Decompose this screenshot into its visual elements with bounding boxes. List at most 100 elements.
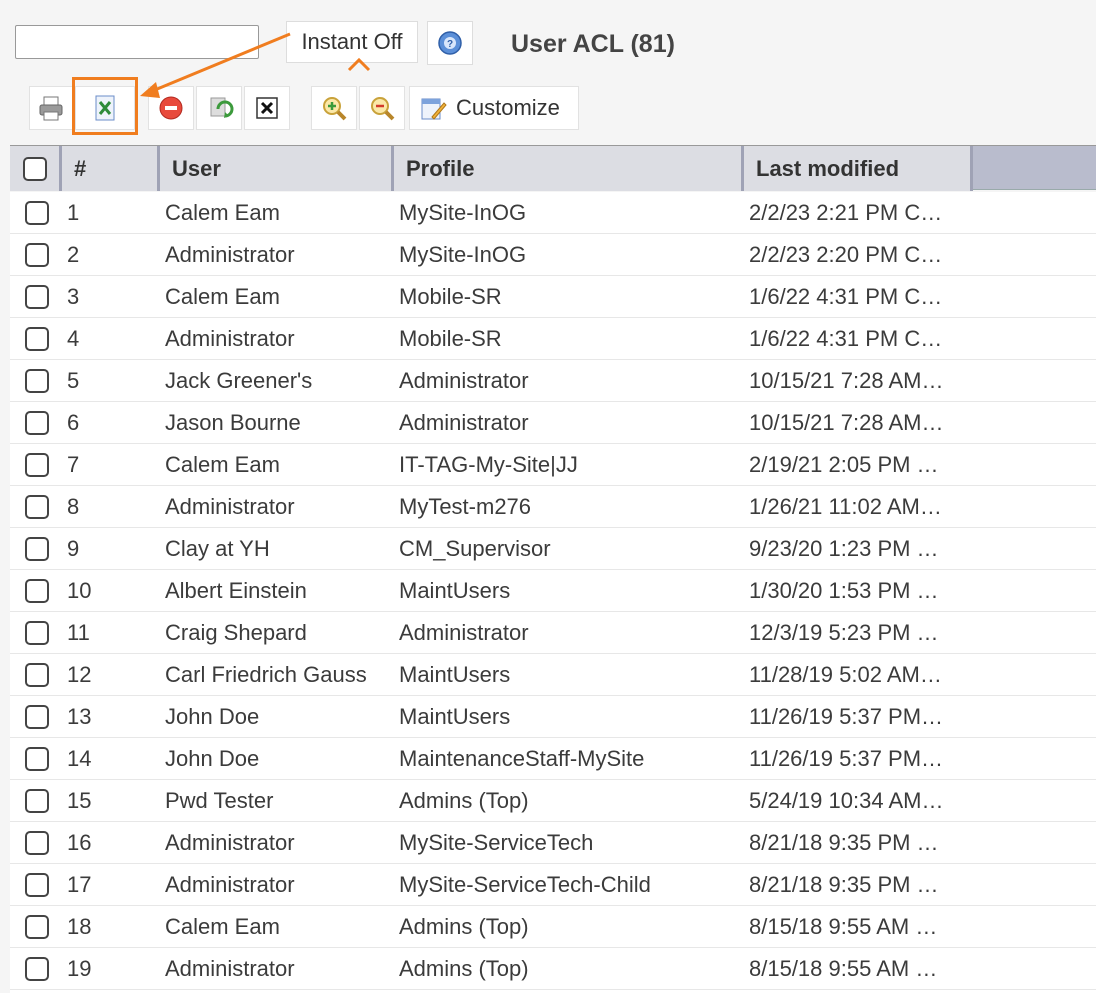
row-checkbox[interactable] bbox=[25, 495, 49, 519]
column-header-user[interactable]: User bbox=[160, 146, 394, 191]
row-profile: IT-TAG-My-Site|JJ bbox=[399, 452, 578, 477]
table-row[interactable]: 19 Administrator Admins (Top) 8/15/18 9:55 … bbox=[10, 948, 1096, 990]
zoom-out-button[interactable] bbox=[359, 86, 405, 130]
table-row[interactable]: 12 Carl Friedrich Gauss MaintUsers 11/28/19… bbox=[10, 654, 1096, 696]
row-number: 11 bbox=[67, 620, 90, 645]
row-last-modified: 8/15/18 9:55 AM … bbox=[749, 914, 938, 939]
customize-button[interactable]: Customize bbox=[409, 86, 579, 130]
printer-icon bbox=[39, 96, 63, 121]
table-row[interactable]: 4 Administrator Mobile-SR 1/6/22 4:31 PM C… bbox=[10, 318, 1096, 360]
row-last-modified: 9/23/20 1:23 PM … bbox=[749, 536, 939, 561]
row-checkbox[interactable] bbox=[25, 537, 49, 561]
row-profile: MaintUsers bbox=[399, 662, 511, 687]
row-checkbox[interactable] bbox=[25, 915, 49, 939]
row-checkbox[interactable] bbox=[25, 705, 49, 729]
help-button[interactable]: ? bbox=[427, 21, 473, 65]
row-last-modified: 2/2/23 2:20 PM C… bbox=[749, 242, 943, 267]
row-number: 5 bbox=[67, 368, 80, 393]
row-number: 16 bbox=[67, 830, 92, 855]
zoom-in-button[interactable] bbox=[311, 86, 357, 130]
row-profile: MySite-InOG bbox=[399, 242, 527, 267]
row-user: Jack Greener's bbox=[165, 368, 313, 393]
table-row[interactable]: 14 John Doe MaintenanceStaff-MySite 11/26/1… bbox=[10, 738, 1096, 780]
row-user: Calem Eam bbox=[165, 914, 280, 939]
instant-toggle-label: Instant Off bbox=[301, 29, 403, 54]
column-header-label: # bbox=[74, 155, 87, 181]
table-row[interactable]: 1 Calem Eam MySite-InOG 2/2/23 2:21 PM C… bbox=[10, 192, 1096, 234]
table-row[interactable]: 10 Albert Einstein MaintUsers 1/30/20 1:53 … bbox=[10, 570, 1096, 612]
row-user: Clay at YH bbox=[165, 536, 270, 561]
row-profile: Administrator bbox=[399, 410, 529, 435]
row-checkbox[interactable] bbox=[25, 243, 49, 267]
row-number: 3 bbox=[67, 284, 80, 309]
zoom-in-icon bbox=[323, 97, 347, 121]
close-icon bbox=[256, 97, 278, 119]
table-row[interactable]: 3 Calem Eam Mobile-SR 1/6/22 4:31 PM C… bbox=[10, 276, 1096, 318]
table-row[interactable]: 18 Calem Eam Admins (Top) 8/15/18 9:55 AM … bbox=[10, 906, 1096, 948]
select-all-header bbox=[10, 146, 62, 191]
instant-toggle-button[interactable]: Instant Off bbox=[286, 21, 418, 63]
refresh-icon bbox=[210, 97, 234, 118]
row-number: 18 bbox=[67, 914, 92, 939]
row-checkbox[interactable] bbox=[25, 957, 49, 981]
table-row[interactable]: 2 Administrator MySite-InOG 2/2/23 2:20 PM … bbox=[10, 234, 1096, 276]
row-last-modified: 8/21/18 9:35 PM … bbox=[749, 872, 939, 897]
row-checkbox[interactable] bbox=[25, 621, 49, 645]
row-checkbox[interactable] bbox=[25, 579, 49, 603]
row-last-modified: 2/19/21 2:05 PM … bbox=[749, 452, 939, 477]
refresh-button[interactable] bbox=[196, 86, 242, 130]
customize-label: Customize bbox=[456, 95, 560, 120]
row-checkbox[interactable] bbox=[25, 831, 49, 855]
row-user: Craig Shepard bbox=[165, 620, 307, 645]
row-number: 12 bbox=[67, 662, 92, 687]
row-last-modified: 2/2/23 2:21 PM C… bbox=[749, 200, 943, 225]
table-row[interactable]: 6 Jason Bourne Administrator 10/15/21 7:28 … bbox=[10, 402, 1096, 444]
row-checkbox[interactable] bbox=[25, 369, 49, 393]
row-user: Administrator bbox=[165, 830, 295, 855]
search-input[interactable] bbox=[15, 25, 259, 59]
row-last-modified: 11/28/19 5:02 AM… bbox=[749, 662, 942, 687]
table-body: 1 Calem Eam MySite-InOG 2/2/23 2:21 PM C… 2 A… bbox=[10, 192, 1096, 993]
column-header-last-modified[interactable]: Last modified bbox=[744, 146, 973, 191]
table-row[interactable]: 8 Administrator MyTest-m276 1/26/21 11:02 A… bbox=[10, 486, 1096, 528]
row-last-modified: 8/15/18 9:55 AM … bbox=[749, 956, 938, 981]
row-profile: MySite-InOG bbox=[399, 200, 527, 225]
table-row[interactable]: 17 Administrator MySite-ServiceTech-Child 8… bbox=[10, 864, 1096, 906]
row-checkbox[interactable] bbox=[25, 747, 49, 771]
delete-icon bbox=[159, 96, 183, 120]
zoom-out-icon bbox=[371, 97, 395, 121]
row-user: Pwd Tester bbox=[165, 788, 274, 813]
delete-button[interactable] bbox=[148, 86, 194, 130]
row-number: 13 bbox=[67, 704, 92, 729]
table-row[interactable]: 13 John Doe MaintUsers 11/26/19 5:37 PM… bbox=[10, 696, 1096, 738]
table-row[interactable]: 16 Administrator MySite-ServiceTech 8/21/18… bbox=[10, 822, 1096, 864]
row-checkbox[interactable] bbox=[25, 201, 49, 225]
row-last-modified: 1/30/20 1:53 PM … bbox=[749, 578, 939, 603]
row-checkbox[interactable] bbox=[25, 453, 49, 477]
svg-text:?: ? bbox=[447, 39, 453, 50]
close-button[interactable] bbox=[244, 86, 290, 130]
row-profile: Administrator bbox=[399, 368, 529, 393]
row-profile: Mobile-SR bbox=[399, 326, 502, 351]
select-all-checkbox[interactable] bbox=[22, 156, 47, 181]
row-checkbox[interactable] bbox=[25, 873, 49, 897]
table-row[interactable]: 9 Clay at YH CM_Supervisor 9/23/20 1:23 PM … bbox=[10, 528, 1096, 570]
table-row[interactable]: 11 Craig Shepard Administrator 12/3/19 5:23… bbox=[10, 612, 1096, 654]
row-checkbox[interactable] bbox=[25, 663, 49, 687]
column-header-label: Profile bbox=[406, 155, 475, 181]
row-last-modified: 8/21/18 9:35 PM … bbox=[749, 830, 939, 855]
row-profile: Admins (Top) bbox=[399, 956, 529, 981]
table-row[interactable]: 5 Jack Greener's Administrator 10/15/21 7:2… bbox=[10, 360, 1096, 402]
table-row[interactable]: 7 Calem Eam IT-TAG-My-Site|JJ 2/19/21 2:05 … bbox=[10, 444, 1096, 486]
table-row[interactable]: 15 Pwd Tester Admins (Top) 5/24/19 10:34 AM… bbox=[10, 780, 1096, 822]
column-header-profile[interactable]: Profile bbox=[394, 146, 744, 191]
row-checkbox[interactable] bbox=[25, 327, 49, 351]
print-button[interactable] bbox=[29, 86, 73, 130]
row-checkbox[interactable] bbox=[25, 411, 49, 435]
row-number: 14 bbox=[67, 746, 92, 771]
row-user: Administrator bbox=[165, 494, 295, 519]
column-header-number[interactable]: # bbox=[62, 146, 160, 191]
row-checkbox[interactable] bbox=[25, 285, 49, 309]
row-checkbox[interactable] bbox=[25, 789, 49, 813]
row-profile: MaintenanceStaff-MySite bbox=[399, 746, 645, 771]
